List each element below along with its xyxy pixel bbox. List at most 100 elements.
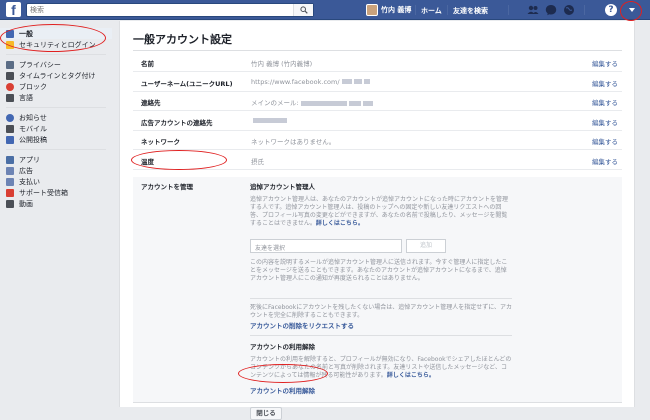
redacted-text (253, 118, 287, 123)
sidebar-item[interactable]: 支払い (0, 176, 112, 187)
user-name: 竹内 義博 (381, 6, 412, 14)
lock-icon (6, 60, 14, 69)
rss-icon (6, 135, 14, 144)
edit-link[interactable]: 編集する (592, 78, 618, 88)
sidebar-item[interactable]: セキュリティとログイン (0, 39, 112, 50)
redacted-text (300, 100, 347, 106)
settings-row: ユーザーネーム(ユニークURL) https://www.facebook.com… (133, 73, 622, 92)
redacted-text (348, 100, 361, 106)
sidebar-item-label: タイムラインとタグ付け (19, 71, 96, 80)
setting-value-text: ネットワークはありません。 (251, 138, 336, 146)
add-button[interactable]: 追加 (406, 239, 446, 253)
sidebar-item-label: 支払い (19, 177, 40, 186)
setting-label: 温度 (141, 157, 154, 166)
notifications-globe-icon[interactable] (563, 4, 575, 16)
legacy-contact-text: 追悼アカウント管理人は、あなたのアカウントが追悼アカウントになった時にアカウント… (250, 196, 509, 227)
shield-icon (6, 40, 14, 49)
setting-label: 名前 (141, 60, 154, 68)
profile-link[interactable]: 竹内 義博 (366, 3, 411, 17)
sidebar-item[interactable]: モバイル (0, 123, 112, 134)
setting-label: 広告アカウントの連絡先 (141, 118, 213, 127)
edit-link[interactable]: 編集する (592, 97, 618, 107)
divider (250, 335, 512, 336)
sidebar-item[interactable]: プライバシー (0, 59, 112, 70)
sidebar-item[interactable]: タイムラインとタグ付け (0, 70, 112, 81)
legacy-contact-title: 追悼アカウント管理人 (250, 183, 315, 191)
deactivate-title: アカウントの利用解除 (250, 343, 315, 351)
request-deletion-link[interactable]: アカウントの削除をリクエストする (250, 320, 512, 330)
sidebar-divider (6, 149, 106, 150)
facebook-logo[interactable]: f (6, 2, 21, 17)
setting-value (251, 117, 287, 125)
sidebar-item-label: サポート受信箱 (19, 188, 68, 197)
settings-panel: 一般アカウント設定 名前 竹内 義博 (竹内義博) 編集する ユーザーネーム(ユニーク… (119, 21, 635, 420)
setting-value: https://www.facebook.com/ (251, 78, 370, 86)
video-icon (6, 199, 14, 208)
deactivate-learn-more-link[interactable]: 詳しくはこちら。 (387, 372, 435, 379)
account-menu-caret-icon[interactable] (629, 8, 635, 12)
nav-divider (415, 5, 416, 15)
setting-label: ネットワーク (141, 138, 180, 146)
messages-icon[interactable] (545, 4, 557, 16)
setting-value: 竹内 義博 (竹内義博) (251, 58, 312, 68)
top-navigation-bar: f 竹内 義博 ホーム 友達を検索 ? (0, 0, 650, 20)
setting-value-text: メインのメール: (251, 99, 299, 107)
choose-friend-input[interactable]: 友達を選択 (250, 239, 402, 253)
nav-divider (584, 5, 585, 15)
sidebar-item-label: プライバシー (19, 60, 61, 69)
search-button[interactable] (293, 4, 313, 16)
timeline-icon (6, 71, 14, 80)
edit-link[interactable]: 編集する (592, 136, 618, 146)
mobile-icon (6, 124, 14, 133)
setting-label: 連絡先 (141, 99, 161, 107)
settings-row: 温度 摂氏 編集する (133, 151, 622, 170)
gear-icon (6, 29, 14, 38)
sidebar-item[interactable]: アプリ (0, 154, 112, 165)
sidebar-item-label: モバイル (19, 124, 47, 133)
search-box[interactable] (26, 3, 314, 17)
sidebar-item[interactable]: 動画 (0, 198, 112, 209)
deactivate-account-link[interactable]: アカウントの利用解除 (250, 385, 512, 395)
sidebar-item[interactable]: サポート受信箱 (0, 187, 112, 198)
setting-value-text: 竹内 義博 (竹内義博) (251, 60, 313, 68)
sidebar-divider (6, 54, 106, 55)
sidebar-item[interactable]: 一般 (0, 28, 112, 39)
home-link[interactable]: ホーム (421, 6, 442, 16)
block-icon (6, 82, 14, 91)
settings-row: 広告アカウントの連絡先 編集する (133, 112, 622, 131)
notify-text: この内容を説明するメールが追悼アカウント管理人に送信されます。今すぐ管理人に指定… (250, 259, 508, 282)
legacy-learn-more-link[interactable]: 詳しくはこちら。 (316, 220, 364, 227)
edit-link[interactable]: 編集する (592, 156, 618, 166)
sidebar-divider (6, 107, 106, 108)
manage-account-section: アカウントを管理 追悼アカウント管理人 追悼アカウント管理人は、あなたのアカウン… (133, 177, 622, 420)
sidebar-item[interactable]: ブロック (0, 81, 112, 92)
search-icon (300, 6, 308, 14)
find-friends-link[interactable]: 友達を検索 (453, 6, 488, 16)
friend-requests-icon[interactable] (527, 4, 539, 16)
edit-link[interactable]: 編集する (592, 117, 618, 127)
apps-icon (6, 155, 14, 164)
delete-block: 死後にFacebookにアカウントを残したくない場合は、追悼アカウント管理人を指… (250, 304, 512, 330)
setting-value: ネットワークはありません。 (251, 136, 335, 146)
settings-sidebar: 一般 セキュリティとログインプライバシータイムラインとタグ付け ブロック言語お知らせ… (0, 28, 112, 209)
sidebar-item[interactable]: 言語 (0, 92, 112, 103)
settings-row: 名前 竹内 義博 (竹内義博) 編集する (133, 53, 622, 72)
search-input[interactable] (30, 4, 280, 16)
setting-value-text: https://www.facebook.com/ (251, 77, 340, 86)
sidebar-item-label: 公開投稿 (19, 135, 47, 144)
support-icon (6, 188, 14, 197)
legacy-contact-block: 追悼アカウント管理人 追悼アカウント管理人は、あなたのアカウントが追悼アカウント… (250, 181, 512, 228)
sidebar-item[interactable]: 広告 (0, 165, 112, 176)
sidebar-item-label: ブロック (19, 82, 47, 91)
close-button[interactable]: 閉じる (250, 407, 282, 420)
edit-link[interactable]: 編集する (592, 58, 618, 68)
sidebar-item[interactable]: お知らせ (0, 112, 112, 123)
sidebar-item[interactable]: 公開投稿 (0, 134, 112, 145)
setting-value: メインのメール: (251, 97, 373, 107)
sidebar-item-label: お知らせ (19, 113, 47, 122)
legacy-contact-description: 追悼アカウント管理人は、あなたのアカウントが追悼アカウントになった時にアカウント… (250, 196, 512, 228)
sidebar-item-label: 言語 (19, 93, 33, 102)
help-icon[interactable]: ? (605, 4, 617, 16)
delete-text: 死後にFacebookにアカウントを残したくない場合は、追悼アカウント管理人を指… (250, 304, 513, 319)
sidebar-item-label: 動画 (19, 199, 33, 208)
